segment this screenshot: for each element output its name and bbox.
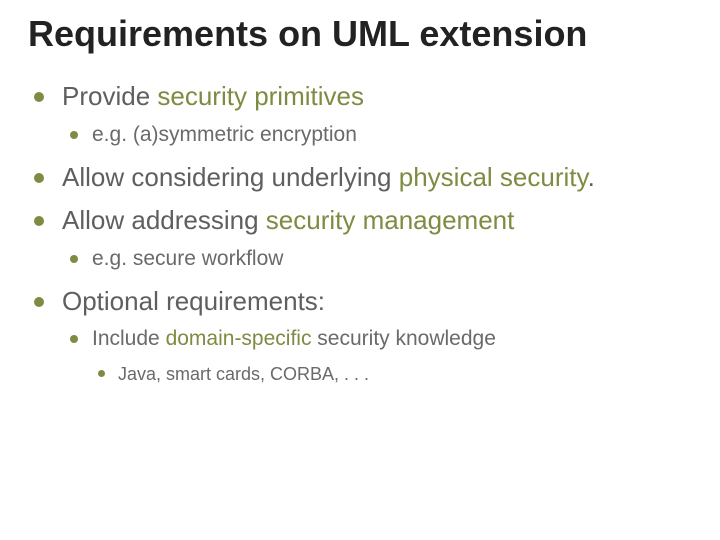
sub-sub-bullet-list: Java, smart cards, CORBA, . . . bbox=[92, 361, 692, 387]
slide-title: Requirements on UML extension bbox=[28, 14, 692, 54]
sub-bullet-item: e.g. secure workflow bbox=[62, 244, 692, 274]
sub-sub-bullet-text: Java, smart cards, CORBA, . . . bbox=[118, 364, 369, 384]
bullet-text: Optional requirements: bbox=[62, 286, 325, 316]
sub-bullet-text: e.g. (a)symmetric encryption bbox=[92, 123, 357, 146]
slide: Requirements on UML extension Provide se… bbox=[0, 0, 720, 540]
sub-bullet-list: e.g. (a)symmetric encryption bbox=[62, 120, 692, 150]
bullet-text-pre: Allow addressing bbox=[62, 205, 266, 235]
bullet-item: Optional requirements: Include domain-sp… bbox=[28, 285, 692, 387]
bullet-text-accent: security primitives bbox=[157, 81, 364, 111]
sub-bullet-text-accent: domain-specific bbox=[166, 327, 312, 350]
sub-bullet-text-pre: Include bbox=[92, 327, 166, 350]
bullet-text-accent: security management bbox=[266, 205, 515, 235]
sub-bullet-item: e.g. (a)symmetric encryption bbox=[62, 120, 692, 150]
bullet-item: Allow addressing security management e.g… bbox=[28, 204, 692, 274]
sub-bullet-text-post: security knowledge bbox=[311, 327, 495, 350]
bullet-item: Allow considering underlying physical se… bbox=[28, 161, 692, 195]
bullet-text-accent: physical security bbox=[399, 162, 588, 192]
bullet-text-post: . bbox=[588, 162, 595, 192]
bullet-text-pre: Allow considering underlying bbox=[62, 162, 399, 192]
sub-bullet-text: e.g. secure workflow bbox=[92, 247, 283, 270]
sub-sub-bullet-item: Java, smart cards, CORBA, . . . bbox=[92, 361, 692, 387]
bullet-text-pre: Provide bbox=[62, 81, 157, 111]
bullet-list: Provide security primitives e.g. (a)symm… bbox=[28, 80, 692, 387]
sub-bullet-list: Include domain-specific security knowled… bbox=[62, 324, 692, 387]
bullet-item: Provide security primitives e.g. (a)symm… bbox=[28, 80, 692, 150]
sub-bullet-list: e.g. secure workflow bbox=[62, 244, 692, 274]
sub-bullet-item: Include domain-specific security knowled… bbox=[62, 324, 692, 387]
